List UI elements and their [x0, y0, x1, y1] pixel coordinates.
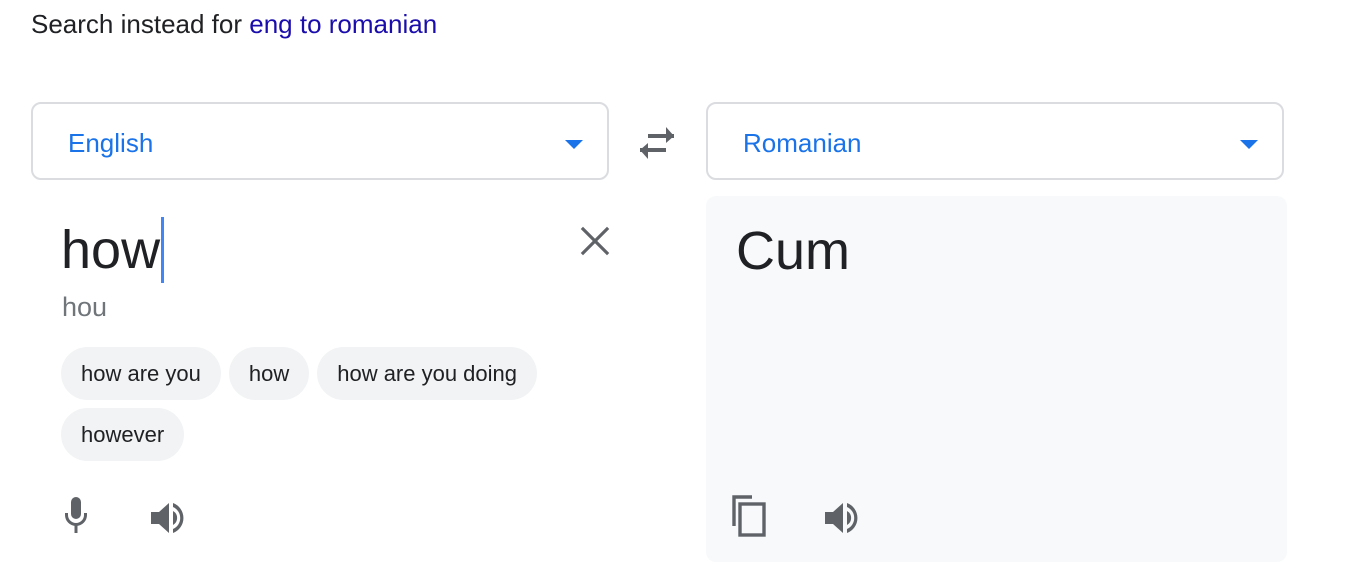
speaker-icon[interactable] [149, 500, 189, 536]
suggestion-chip[interactable]: however [61, 408, 185, 461]
source-language-select[interactable]: English [31, 102, 609, 180]
search-instead-prefix: Search instead for [31, 9, 243, 39]
search-instead-link[interactable]: eng to romanian [249, 9, 437, 39]
text-caret [161, 217, 165, 283]
suggestion-chip[interactable]: how are you doing [317, 347, 538, 400]
swap-languages-icon[interactable] [636, 126, 678, 160]
search-instead-line: Search instead for eng to romanian [31, 9, 437, 40]
close-icon[interactable] [578, 224, 612, 258]
translation-output-panel: Cum [706, 196, 1287, 562]
chevron-down-icon [1240, 140, 1258, 149]
chevron-down-icon [565, 140, 583, 149]
speaker-icon[interactable] [823, 500, 863, 536]
suggestion-chips: how are you how how are you doing howeve… [61, 347, 581, 461]
target-language-label: Romanian [743, 128, 862, 158]
suggestion-chip[interactable]: how [228, 347, 310, 400]
translate-widget: Search instead for eng to romanian Engli… [0, 0, 1372, 588]
suggestion-chip[interactable]: how are you [61, 347, 221, 400]
microphone-icon[interactable] [60, 496, 92, 536]
truncated-header-text [31, 0, 38, 2]
source-language-label: English [68, 128, 154, 158]
source-text-input[interactable]: how [61, 217, 165, 283]
source-text: how [61, 220, 161, 280]
transliteration: hou [62, 292, 108, 322]
translated-text: Cum [736, 221, 851, 281]
copy-icon[interactable] [730, 494, 770, 538]
target-language-select[interactable]: Romanian [706, 102, 1284, 180]
